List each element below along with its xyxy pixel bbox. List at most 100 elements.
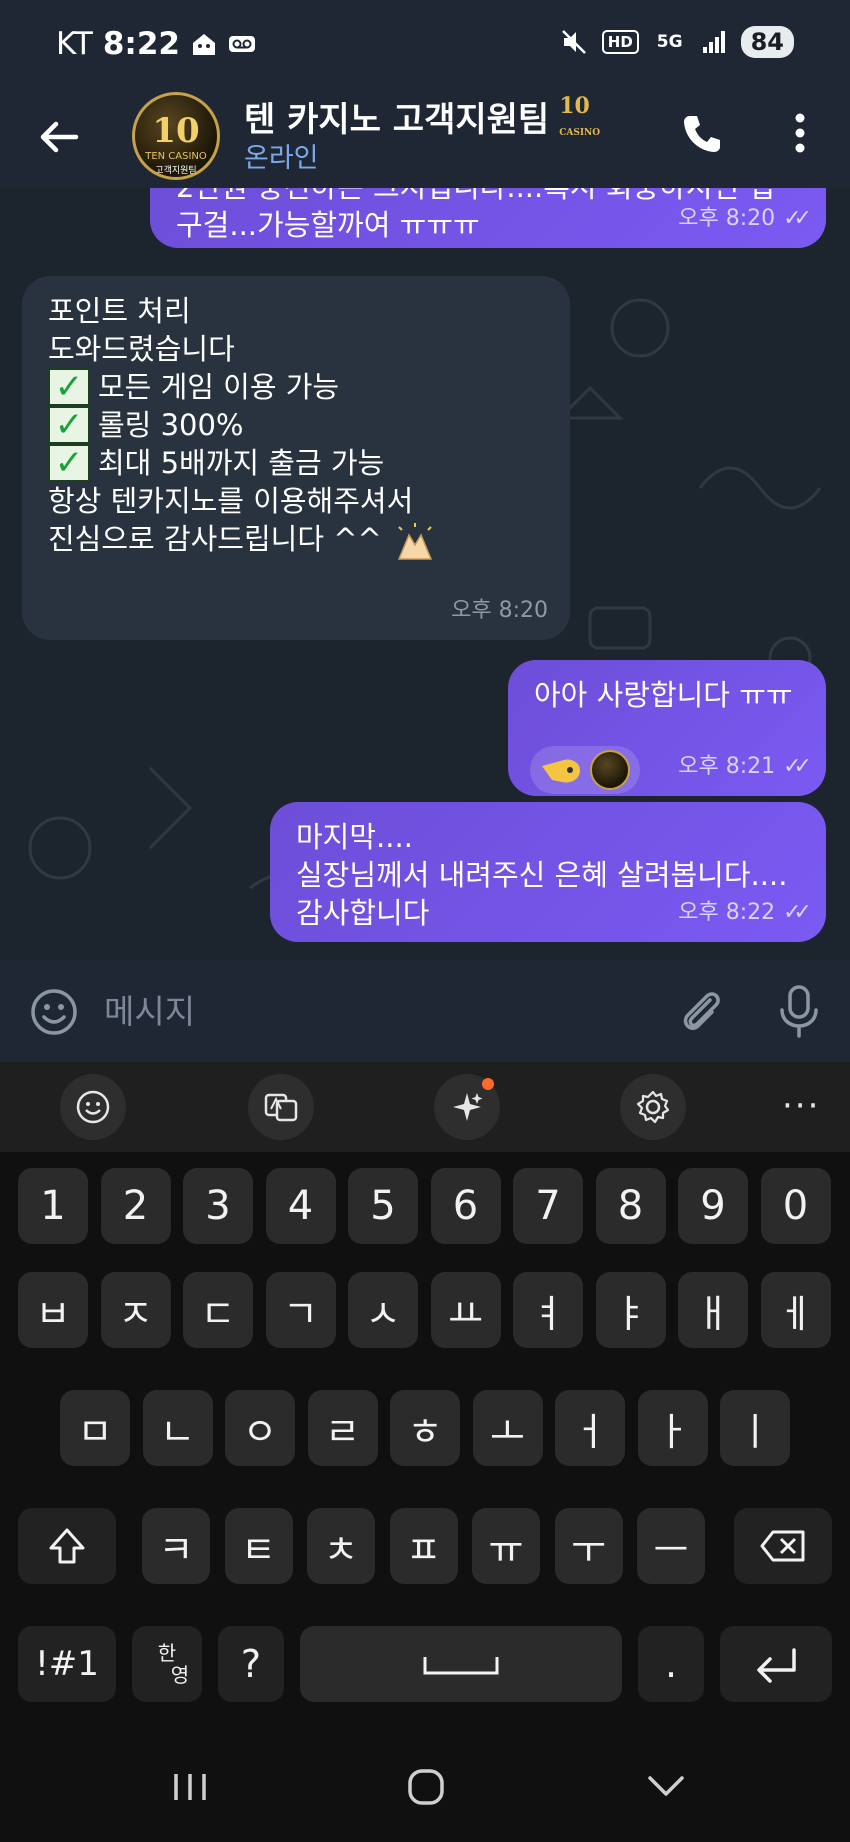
message-list[interactable]: 2만원 충전하는 그지입니다....혹시 회충하시면 팁 구걸...가능할까여 … xyxy=(0,188,850,960)
key[interactable]: 9 xyxy=(678,1168,748,1244)
key[interactable]: 3 xyxy=(183,1168,253,1244)
double-check-icon: ✓✓ xyxy=(783,754,812,779)
key[interactable]: ㅓ xyxy=(555,1390,625,1466)
key[interactable]: ㅁ xyxy=(60,1390,130,1466)
message-time: 오후 8:22 xyxy=(678,900,776,925)
language-switch-key[interactable]: 한 영 xyxy=(132,1626,202,1702)
message-bubble-outgoing[interactable]: 2만원 충전하는 그지입니다....혹시 회충하시면 팁 구걸...가능할까여 … xyxy=(150,188,826,248)
mute-icon xyxy=(561,30,586,54)
message-time: 오후 8:21 xyxy=(678,754,776,779)
key[interactable]: ㅊ xyxy=(307,1508,375,1584)
key[interactable]: 7 xyxy=(513,1168,583,1244)
space-bar-icon xyxy=(423,1657,499,1675)
key[interactable]: ㅈ xyxy=(100,1272,171,1348)
key[interactable]: 1 xyxy=(18,1168,88,1244)
key[interactable]: ㅎ xyxy=(390,1390,460,1466)
feature-row: ✓ 최대 5배까지 출금 가능 xyxy=(48,444,544,482)
question-key[interactable]: ? xyxy=(218,1626,284,1702)
message-bubble-outgoing[interactable]: 마지막.... 실장님께서 내려주신 은혜 살려봅니다.... 감사합니다 오후… xyxy=(270,802,826,942)
key[interactable]: ㅇ xyxy=(225,1390,295,1466)
key[interactable]: ㅛ xyxy=(430,1272,501,1348)
reaction-row[interactable] xyxy=(530,746,640,794)
microphone-icon[interactable] xyxy=(776,984,822,1038)
key[interactable]: ㅔ xyxy=(760,1272,831,1348)
key[interactable]: ㅐ xyxy=(678,1272,748,1348)
key[interactable]: ㄷ xyxy=(183,1272,253,1348)
key[interactable]: ㄱ xyxy=(265,1272,336,1348)
feature-text: 모든 게임 이용 가능 xyxy=(98,370,340,404)
avatar-logo-number: 10 xyxy=(152,111,200,151)
paperclip-icon[interactable] xyxy=(676,986,726,1036)
hd-badge: HD xyxy=(601,30,639,54)
key[interactable]: ㅗ xyxy=(472,1390,543,1466)
shift-key[interactable] xyxy=(18,1508,116,1584)
key[interactable]: 6 xyxy=(430,1168,501,1244)
more-vertical-icon[interactable] xyxy=(782,110,818,156)
system-nav-bar xyxy=(0,1732,850,1842)
keyboard-ai-button[interactable] xyxy=(434,1074,500,1140)
space-key[interactable] xyxy=(300,1626,622,1702)
key[interactable]: ㅍ xyxy=(389,1508,458,1584)
feature-row: ✓ 롤링 300% xyxy=(48,406,544,444)
chat-title[interactable]: 텐 카지노 고객지원팀 10 CASINO xyxy=(244,92,600,141)
message-line: 실장님께서 내려주신 은혜 살려봅니다.... xyxy=(296,858,788,892)
keyboard-emoji-button[interactable] xyxy=(60,1074,126,1140)
verified-logo-badge: 10 CASINO xyxy=(559,95,600,139)
badge-sub: CASINO xyxy=(559,127,601,138)
key[interactable]: ㅂ xyxy=(18,1272,88,1348)
message-line: 항상 텐카지노를 이용해주셔서 xyxy=(48,484,414,518)
phone-icon[interactable] xyxy=(680,112,724,156)
sparkle-icon xyxy=(453,1093,483,1121)
avatar-logo-team: 고객지원팀 xyxy=(155,166,197,176)
chat-header: 10 TEN CASINO 고객지원팀 텐 카지노 고객지원팀 10 CASIN… xyxy=(0,92,850,188)
key[interactable]: ㄹ xyxy=(307,1390,378,1466)
smiley-icon xyxy=(76,1090,110,1124)
message-line: 아아 사랑합니다 ㅠㅠ xyxy=(534,678,793,712)
message-meta: 오후 8:21 ✓✓ xyxy=(678,748,812,786)
key[interactable]: 0 xyxy=(760,1168,831,1244)
key[interactable]: ㅕ xyxy=(513,1272,583,1348)
key[interactable]: ㅋ xyxy=(142,1508,210,1584)
keyboard-toolbar: ··· xyxy=(0,1062,850,1152)
key[interactable]: ㄴ xyxy=(142,1390,213,1466)
backspace-key[interactable] xyxy=(734,1508,832,1584)
key[interactable]: ㅜ xyxy=(554,1508,623,1584)
key[interactable]: ㅅ xyxy=(348,1272,418,1348)
recent-apps-icon[interactable] xyxy=(160,1762,220,1812)
double-check-icon: ✓✓ xyxy=(783,900,812,925)
double-check-icon: ✓✓ xyxy=(783,206,812,231)
enter-arrow-icon xyxy=(757,1648,796,1683)
period-key[interactable]: . xyxy=(638,1626,704,1702)
more-horizontal-icon[interactable]: ··· xyxy=(782,1086,820,1126)
key[interactable]: 2 xyxy=(100,1168,171,1244)
key[interactable]: ㅌ xyxy=(224,1508,293,1584)
message-bubble-outgoing[interactable]: 아아 사랑합니다 ㅠㅠ 오후 8:21 ✓✓ xyxy=(508,660,826,796)
key[interactable]: ㅏ xyxy=(637,1390,708,1466)
keyboard-translate-button[interactable] xyxy=(248,1074,314,1140)
key[interactable]: ㅡ xyxy=(637,1508,705,1584)
key[interactable]: ㅠ xyxy=(472,1508,540,1584)
enter-key[interactable] xyxy=(720,1626,832,1702)
message-meta: 오후 8:20 xyxy=(451,592,548,630)
home-icon[interactable] xyxy=(396,1762,456,1812)
gear-icon xyxy=(636,1090,670,1124)
symbols-key[interactable]: !#1 xyxy=(18,1626,116,1702)
back-arrow-icon[interactable] xyxy=(34,112,84,162)
key[interactable]: 5 xyxy=(348,1168,418,1244)
emoji-icon[interactable] xyxy=(30,988,78,1036)
status-left: KT 8:22 xyxy=(56,26,256,62)
badge-number: 10 xyxy=(559,92,590,119)
key[interactable]: ㅣ xyxy=(720,1390,790,1466)
reaction-avatar xyxy=(590,750,630,790)
key[interactable]: 4 xyxy=(265,1168,336,1244)
status-bar: KT 8:22 HD 5G 84 xyxy=(0,0,850,92)
key[interactable]: ㅑ xyxy=(595,1272,666,1348)
keyboard-settings-button[interactable] xyxy=(620,1074,686,1140)
key[interactable]: 8 xyxy=(595,1168,666,1244)
message-input[interactable] xyxy=(104,986,644,1036)
message-bubble-incoming[interactable]: 포인트 처리 도와드렸습니다 ✓ 모든 게임 이용 가능 ✓ 롤링 300% ✓… xyxy=(22,276,570,640)
back-chevron-icon[interactable] xyxy=(636,1762,696,1812)
translate-icon xyxy=(264,1093,298,1122)
avatar[interactable]: 10 TEN CASINO 고객지원팀 xyxy=(132,92,220,180)
backspace-icon xyxy=(760,1530,805,1562)
